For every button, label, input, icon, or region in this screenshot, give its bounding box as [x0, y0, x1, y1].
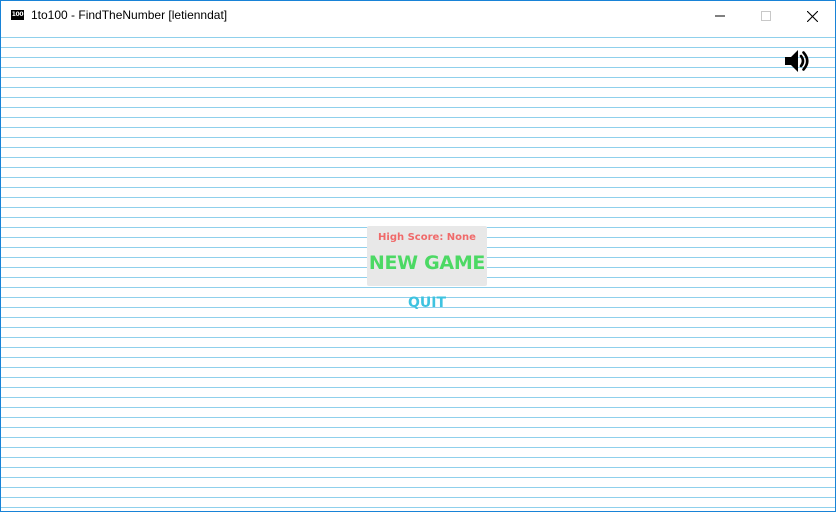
sound-toggle-button[interactable] [781, 46, 811, 76]
app-icon: 100 [11, 10, 24, 20]
speaker-volume-icon [785, 50, 809, 72]
window-title: 1to100 - FindTheNumber [letienndat] [31, 8, 228, 22]
high-score-label: High Score: None [378, 232, 476, 243]
close-button[interactable] [789, 1, 835, 31]
title-bar[interactable]: 100 1to100 - FindTheNumber [letienndat] [1, 1, 835, 31]
game-canvas: High Score: None NEW GAME QUIT [1, 31, 835, 511]
quit-button[interactable]: QUIT [367, 295, 487, 311]
maximize-icon [761, 11, 771, 21]
close-icon [806, 10, 818, 22]
main-menu-panel: High Score: None NEW GAME [367, 226, 487, 286]
minimize-icon [715, 15, 725, 17]
maximize-button[interactable] [743, 1, 789, 31]
minimize-button[interactable] [697, 1, 743, 31]
new-game-button[interactable]: NEW GAME [367, 252, 487, 274]
app-window: 100 1to100 - FindTheNumber [letienndat] [0, 0, 836, 512]
